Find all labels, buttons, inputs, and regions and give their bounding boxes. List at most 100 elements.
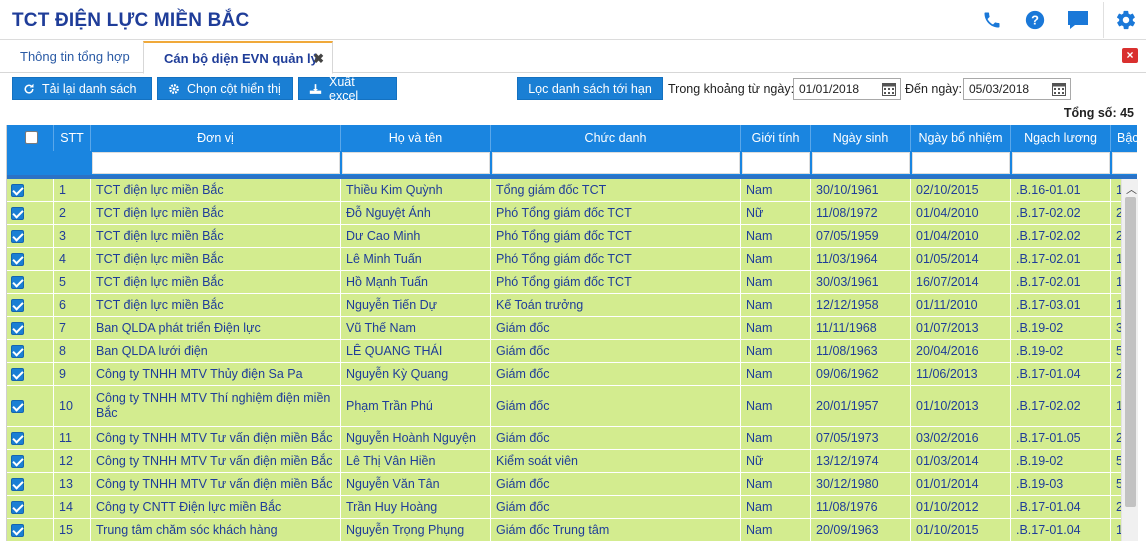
table-row[interactable]: 12 Công ty TNHH MTV Tư vấn điện miền Bắc L… — [7, 450, 1137, 473]
cell-grade: .B.19-03 — [1011, 473, 1111, 495]
calendar-icon[interactable] — [882, 82, 896, 96]
row-select-cell[interactable] — [7, 473, 54, 495]
cell-title: Giám đốc — [491, 473, 741, 495]
row-checkbox[interactable] — [11, 322, 24, 335]
col-grade[interactable]: Ngạch lương — [1011, 125, 1111, 151]
filter-due-button[interactable]: Lọc danh sách tới hạn — [517, 77, 663, 100]
row-select-cell[interactable] — [7, 248, 54, 270]
row-checkbox[interactable] — [11, 478, 24, 491]
settings-icon[interactable] — [1114, 8, 1138, 32]
cell-stt: 4 — [54, 248, 91, 270]
col-gender[interactable]: Giới tính — [741, 125, 811, 151]
row-select-cell[interactable] — [7, 363, 54, 385]
table-row[interactable]: 2 TCT điện lực miền Bắc Đỗ Nguyệt Ánh Phó T… — [7, 202, 1137, 225]
table-row[interactable]: 4 TCT điện lực miền Bắc Lê Minh Tuấn Phó Tổ… — [7, 248, 1137, 271]
cell-grade: .B.17-02.02 — [1011, 202, 1111, 224]
reload-button[interactable]: Tải lại danh sách — [12, 77, 152, 100]
row-checkbox[interactable] — [11, 400, 24, 413]
row-checkbox[interactable] — [11, 299, 24, 312]
row-checkbox[interactable] — [11, 184, 24, 197]
scroll-up-icon[interactable]: ︿ — [1126, 181, 1137, 197]
row-select-cell[interactable] — [7, 496, 54, 518]
row-checkbox[interactable] — [11, 455, 24, 468]
row-checkbox[interactable] — [11, 501, 24, 514]
table-row[interactable]: 11 Công ty TNHH MTV Tư vấn điện miền Bắc N… — [7, 427, 1137, 450]
row-select-cell[interactable] — [7, 340, 54, 362]
cell-appointed: 01/10/2012 — [911, 496, 1011, 518]
row-select-cell[interactable] — [7, 225, 54, 247]
table-row[interactable]: 13 Công ty TNHH MTV Tư vấn điện miền Bắc N… — [7, 473, 1137, 496]
filter-appointed-input[interactable] — [912, 152, 1010, 174]
select-all-header[interactable] — [7, 125, 54, 151]
row-select-cell[interactable] — [7, 519, 54, 541]
col-level[interactable]: Bậc — [1111, 125, 1137, 151]
col-title[interactable]: Chức danh — [491, 125, 741, 151]
row-checkbox[interactable] — [11, 276, 24, 289]
table-row[interactable]: 9 Công ty TNHH MTV Thủy điện Sa Pa Nguyễn … — [7, 363, 1137, 386]
row-checkbox[interactable] — [11, 230, 24, 243]
cell-grade: .B.17-01.04 — [1011, 363, 1111, 385]
filter-unit-input[interactable] — [92, 152, 340, 174]
cell-unit: Công ty TNHH MTV Tư vấn điện miền Bắc — [91, 450, 341, 472]
cell-gender: Nam — [741, 363, 811, 385]
cell-unit: Trung tâm chăm sóc khách hàng — [91, 519, 341, 541]
row-checkbox[interactable] — [11, 253, 24, 266]
table-row[interactable]: 1 TCT điện lực miền Bắc Thiều Kim Quỳnh Tổn… — [7, 179, 1137, 202]
cell-stt: 13 — [54, 473, 91, 495]
table-row[interactable]: 8 Ban QLDA lưới điện LÊ QUANG THÁI Giám đốc… — [7, 340, 1137, 363]
col-appointed[interactable]: Ngày bổ nhiệm — [911, 125, 1011, 151]
row-checkbox[interactable] — [11, 524, 24, 537]
export-excel-button[interactable]: Xuất excel — [298, 75, 397, 103]
table-row[interactable]: 6 TCT điện lực miền Bắc Nguyễn Tiến Dự Kế T… — [7, 294, 1137, 317]
choose-columns-button[interactable]: Chọn cột hiển thị — [157, 77, 293, 100]
chat-icon[interactable] — [1066, 8, 1090, 32]
cell-name: Hồ Mạnh Tuấn — [341, 271, 491, 293]
table-row[interactable]: 5 TCT điện lực miền Bắc Hồ Mạnh Tuấn Phó Tổ… — [7, 271, 1137, 294]
row-select-cell[interactable] — [7, 386, 54, 426]
row-select-cell[interactable] — [7, 179, 54, 201]
tab-overview[interactable]: Thông tin tổng hợp — [20, 41, 130, 73]
filter-dob-input[interactable] — [812, 152, 910, 174]
col-name[interactable]: Họ và tên — [341, 125, 491, 151]
cell-stt: 11 — [54, 427, 91, 449]
close-window-icon[interactable]: × — [1122, 48, 1138, 63]
table-row[interactable]: 15 Trung tâm chăm sóc khách hàng Nguyễn Tr… — [7, 519, 1137, 541]
col-dob[interactable]: Ngày sinh — [811, 125, 911, 151]
filter-title-input[interactable] — [492, 152, 740, 174]
phone-icon[interactable] — [980, 8, 1004, 32]
cell-name: Nguyễn Hoành Nguyện — [341, 427, 491, 449]
row-select-cell[interactable] — [7, 450, 54, 472]
row-select-cell[interactable] — [7, 271, 54, 293]
row-checkbox[interactable] — [11, 368, 24, 381]
help-icon[interactable]: ? — [1023, 8, 1047, 32]
row-select-cell[interactable] — [7, 317, 54, 339]
col-stt[interactable]: STT — [54, 125, 91, 151]
calendar-icon[interactable] — [1052, 82, 1066, 96]
filter-gender-input[interactable] — [742, 152, 810, 174]
select-all-checkbox[interactable] — [25, 131, 38, 144]
top-bar: TCT ĐIỆN LỰC MIỀN BẮC ? — [0, 0, 1146, 40]
row-checkbox[interactable] — [11, 345, 24, 358]
filter-grade-input[interactable] — [1012, 152, 1110, 174]
scrollbar-thumb[interactable] — [1125, 197, 1136, 507]
row-checkbox[interactable] — [11, 207, 24, 220]
to-date-field[interactable] — [963, 78, 1071, 100]
col-unit[interactable]: Đơn vị — [91, 125, 341, 151]
filter-name-input[interactable] — [342, 152, 490, 174]
table-row[interactable]: 10 Công ty TNHH MTV Thí nghiệm điện miền … — [7, 386, 1137, 427]
row-select-cell[interactable] — [7, 294, 54, 316]
tab-evn-staff[interactable]: Cán bộ diện EVN quản lý ✖ — [143, 41, 333, 74]
table-row[interactable]: 3 TCT điện lực miền Bắc Dư Cao Minh Phó Tổn… — [7, 225, 1137, 248]
close-tab-icon[interactable]: ✖ — [313, 43, 324, 75]
row-select-cell[interactable] — [7, 202, 54, 224]
filter-level-input[interactable] — [1112, 152, 1137, 174]
vertical-scrollbar[interactable]: ︿ — [1121, 179, 1138, 541]
table-row[interactable]: 7 Ban QLDA phát triển Điện lực Vũ Thế Nam G… — [7, 317, 1137, 340]
cell-title: Phó Tổng giám đốc TCT — [491, 248, 741, 270]
from-date-field[interactable] — [793, 78, 901, 100]
row-checkbox[interactable] — [11, 432, 24, 445]
header-divider — [1103, 2, 1104, 38]
row-select-cell[interactable] — [7, 427, 54, 449]
table-row[interactable]: 14 Công ty CNTT Điện lực miền Bắc Trần Huy… — [7, 496, 1137, 519]
cell-title: Giám đốc — [491, 317, 741, 339]
